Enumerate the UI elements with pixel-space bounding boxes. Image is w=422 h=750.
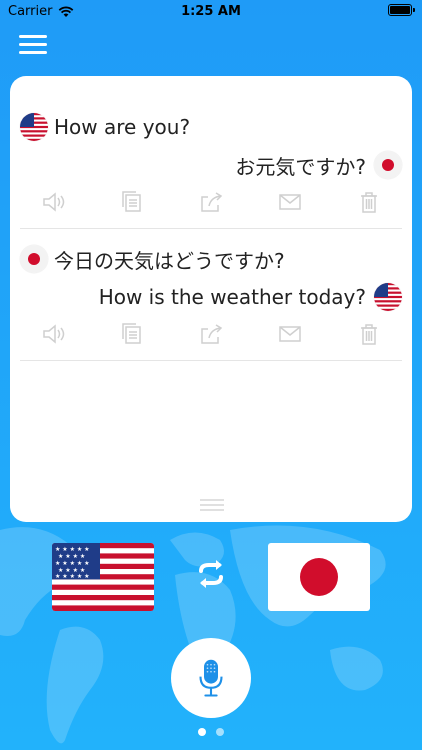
source-line: How are you? <box>20 112 402 142</box>
svg-text:★ ★ ★ ★ ★: ★ ★ ★ ★ ★ <box>55 560 90 567</box>
trash-icon[interactable] <box>356 189 382 219</box>
translated-text: お元気ですか? <box>235 154 366 179</box>
page-dot[interactable] <box>216 728 224 736</box>
japan-flag-icon <box>374 151 402 179</box>
speaker-icon[interactable] <box>40 321 66 351</box>
source-text: How are you? <box>54 115 191 139</box>
share-icon[interactable] <box>198 189 224 219</box>
japan-flag-icon <box>20 245 48 273</box>
translated-line: お元気ですか? <box>20 150 402 180</box>
divider <box>20 228 402 229</box>
svg-text:★ ★ ★ ★ ★: ★ ★ ★ ★ ★ <box>55 546 90 553</box>
status-right <box>388 4 415 16</box>
translated-text: How is the weather today? <box>98 285 366 309</box>
conversation-card: How are you? お元気ですか? 今日の天気はどうですか? How is… <box>10 76 412 522</box>
battery-icon <box>388 4 415 16</box>
target-language-button[interactable] <box>268 543 370 611</box>
us-flag-icon <box>374 283 402 311</box>
divider <box>20 360 402 361</box>
trash-icon[interactable] <box>356 321 382 351</box>
microphone-icon <box>199 659 223 697</box>
message-actions <box>20 186 402 222</box>
mail-icon[interactable] <box>277 189 303 219</box>
copy-icon[interactable] <box>119 189 145 219</box>
conversation-item: 今日の天気はどうですか? How is the weather today? <box>20 244 402 361</box>
share-icon[interactable] <box>198 321 224 351</box>
page-dot[interactable] <box>198 728 206 736</box>
menu-button[interactable] <box>19 35 47 55</box>
us-flag-icon: ★ ★ ★ ★ ★ ★ ★ ★ ★ ★ ★ ★ ★ ★ ★ ★ ★ ★ ★ ★ … <box>52 543 154 611</box>
page-indicator <box>0 728 422 736</box>
menu-icon <box>19 35 47 38</box>
svg-text:★ ★ ★ ★: ★ ★ ★ ★ <box>58 553 85 560</box>
mail-icon[interactable] <box>277 321 303 351</box>
svg-text:★ ★ ★ ★ ★: ★ ★ ★ ★ ★ <box>55 573 90 580</box>
microphone-button[interactable] <box>171 638 251 718</box>
us-flag-icon <box>20 113 48 141</box>
source-language-button[interactable]: ★ ★ ★ ★ ★ ★ ★ ★ ★ ★ ★ ★ ★ ★ ★ ★ ★ ★ ★ ★ … <box>52 543 154 611</box>
copy-icon[interactable] <box>119 321 145 351</box>
message-actions <box>20 318 402 354</box>
speaker-icon[interactable] <box>40 189 66 219</box>
japan-flag-icon <box>268 543 370 611</box>
swap-icon <box>199 560 223 588</box>
conversation-item: How are you? お元気ですか? <box>20 112 402 229</box>
drag-handle[interactable] <box>200 499 224 514</box>
status-bar: Carrier 1:25 AM <box>0 0 422 24</box>
swap-languages-button[interactable] <box>195 558 227 590</box>
source-line: 今日の天気はどうですか? <box>20 244 402 274</box>
status-time: 1:25 AM <box>181 4 241 19</box>
source-text: 今日の天気はどうですか? <box>54 248 285 273</box>
translated-line: How is the weather today? <box>20 282 402 312</box>
